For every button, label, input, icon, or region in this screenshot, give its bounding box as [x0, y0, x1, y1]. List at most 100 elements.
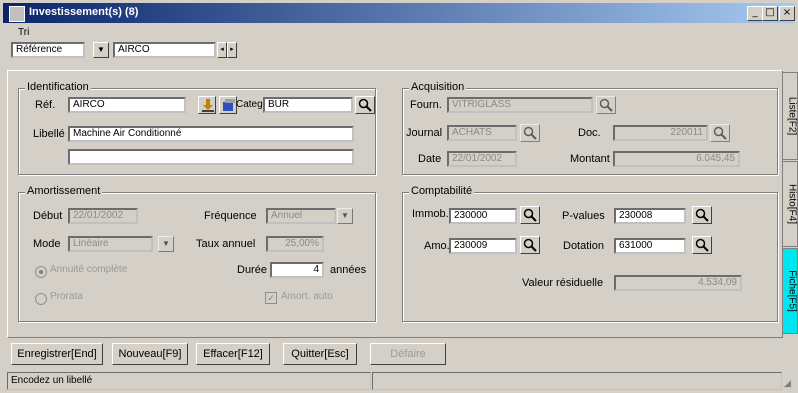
journal-search-button[interactable] — [520, 124, 540, 142]
maximize-button[interactable]: □ — [762, 6, 778, 21]
journal-label: Journal — [406, 127, 443, 139]
fourn-input[interactable]: VITRIGLASS — [447, 97, 593, 113]
prorata-label: Prorata — [50, 291, 83, 302]
mode-select[interactable]: Linéaire — [68, 236, 153, 252]
montant-input[interactable]: 6.045,45 — [613, 151, 740, 167]
doc-input[interactable]: 220011 — [613, 125, 708, 141]
resize-grip-icon[interactable]: ◢ — [784, 378, 794, 388]
valeur-residuelle-label: Valeur résiduelle — [522, 277, 604, 289]
amortissement-title: Amortissement — [25, 185, 103, 197]
valeur-residuelle-input[interactable]: 4.534,09 — [614, 275, 742, 291]
frequence-select[interactable]: Annuel — [266, 208, 336, 224]
amo-input[interactable]: 230009 — [449, 238, 517, 254]
download-icon — [202, 99, 214, 112]
immob-search-button[interactable] — [520, 206, 540, 224]
tab-histo-label: Histo[F4] — [786, 183, 798, 224]
categ-label: Categ. — [236, 99, 266, 110]
taux-label: Taux annuel — [196, 238, 256, 250]
prev-record-button[interactable]: ◂ — [217, 42, 227, 58]
annuite-complete-label: Annuité complète — [50, 264, 128, 275]
search-icon — [523, 126, 537, 140]
dotation-search-button[interactable] — [692, 236, 712, 254]
tab-histo[interactable]: Histo[F4] — [782, 161, 798, 247]
ref-input[interactable]: AIRCO — [68, 97, 186, 113]
montant-label: Montant — [570, 153, 610, 165]
search-icon — [713, 126, 727, 140]
mode-label: Mode — [33, 238, 61, 250]
tri-label: Tri — [18, 27, 30, 38]
arrow-left-icon: ◂ — [220, 46, 224, 53]
date-input[interactable]: 22/01/2002 — [447, 151, 517, 167]
annuite-complete-radio[interactable] — [35, 266, 47, 278]
edit-icon — [223, 99, 235, 111]
tab-liste[interactable]: Liste[F2] — [782, 72, 798, 160]
categ-search-button[interactable] — [355, 96, 375, 114]
immob-input[interactable]: 230000 — [449, 208, 517, 224]
libelle-input[interactable]: Machine Air Conditionné — [68, 126, 354, 142]
checkmark-icon: ✓ — [267, 293, 275, 303]
chevron-down-icon: ▼ — [97, 45, 105, 54]
libelle2-input[interactable] — [68, 149, 354, 165]
search-icon — [523, 208, 537, 222]
edit-button[interactable] — [219, 96, 237, 114]
dotation-input[interactable]: 631000 — [614, 238, 686, 254]
chevron-down-icon: ▼ — [162, 239, 170, 248]
window-title: Investissement(s) (8) — [29, 6, 139, 18]
doc-search-button[interactable] — [710, 124, 730, 142]
categ-input[interactable]: BUR — [263, 97, 353, 113]
comptabilite-title: Comptabilité — [409, 185, 475, 197]
fourn-label: Fourn. — [410, 99, 442, 111]
search-icon — [599, 98, 613, 112]
frequence-dropdown-button[interactable]: ▼ — [337, 208, 353, 224]
next-record-button[interactable]: ▸ — [227, 42, 237, 58]
pvalues-search-button[interactable] — [692, 206, 712, 224]
identification-title: Identification — [25, 81, 91, 93]
dotation-label: Dotation — [563, 240, 604, 252]
tri-dropdown-button[interactable]: ▼ — [93, 42, 109, 58]
arrow-right-icon: ▸ — [230, 46, 234, 53]
libelle-label: Libellé — [33, 128, 65, 140]
frequence-label: Fréquence — [204, 210, 257, 222]
defaire-button[interactable]: Défaire — [370, 343, 446, 365]
taux-input[interactable]: 25,00% — [266, 236, 324, 252]
search-icon — [523, 238, 537, 252]
pvalues-input[interactable]: 230008 — [614, 208, 686, 224]
amort-auto-label: Amort. auto — [281, 291, 333, 302]
status-secondary — [372, 372, 782, 390]
tab-fiche-label: Fiche[F5] — [786, 270, 798, 312]
app-icon — [9, 6, 25, 22]
tri-select[interactable]: Référence — [11, 42, 85, 58]
duree-label: Durée — [237, 264, 267, 276]
close-button[interactable]: × — [779, 6, 795, 21]
annees-label: années — [330, 264, 367, 276]
amort-auto-checkbox[interactable]: ✓ — [265, 292, 277, 304]
journal-input[interactable]: ACHATS — [447, 125, 517, 141]
status-message: Encodez un libellé — [7, 372, 371, 390]
search-icon — [358, 98, 372, 112]
enregistrer-button[interactable]: Enregistrer[End] — [11, 343, 103, 365]
effacer-button[interactable]: Effacer[F12] — [196, 343, 270, 365]
immob-label: Immob. — [412, 208, 449, 220]
fourn-search-button[interactable] — [596, 96, 616, 114]
debut-label: Début — [33, 210, 63, 222]
duree-input[interactable]: 4 — [270, 262, 324, 278]
pvalues-label: P-values — [562, 210, 605, 222]
window: Investissement(s) (8) _ □ × Tri Référenc… — [0, 0, 798, 393]
amo-search-button[interactable] — [520, 236, 540, 254]
prorata-radio[interactable] — [35, 293, 47, 305]
date-label: Date — [418, 153, 442, 165]
search-icon — [695, 208, 709, 222]
ref-label: Réf. — [35, 99, 56, 111]
doc-label: Doc. — [578, 127, 601, 139]
mode-dropdown-button[interactable]: ▼ — [158, 236, 174, 252]
tab-liste-label: Liste[F2] — [786, 96, 798, 136]
tab-fiche[interactable]: Fiche[F5] — [782, 248, 798, 334]
tri-search-input[interactable]: AIRCO — [113, 42, 216, 58]
debut-input[interactable]: 22/01/2002 — [68, 208, 138, 224]
download-button[interactable] — [198, 96, 216, 114]
minimize-button[interactable]: _ — [747, 6, 763, 21]
acquisition-title: Acquisition — [409, 81, 467, 93]
title-bar[interactable]: Investissement(s) (8) _ □ × — [3, 3, 795, 23]
quitter-button[interactable]: Quitter[Esc] — [283, 343, 357, 365]
nouveau-button[interactable]: Nouveau[F9] — [112, 343, 188, 365]
